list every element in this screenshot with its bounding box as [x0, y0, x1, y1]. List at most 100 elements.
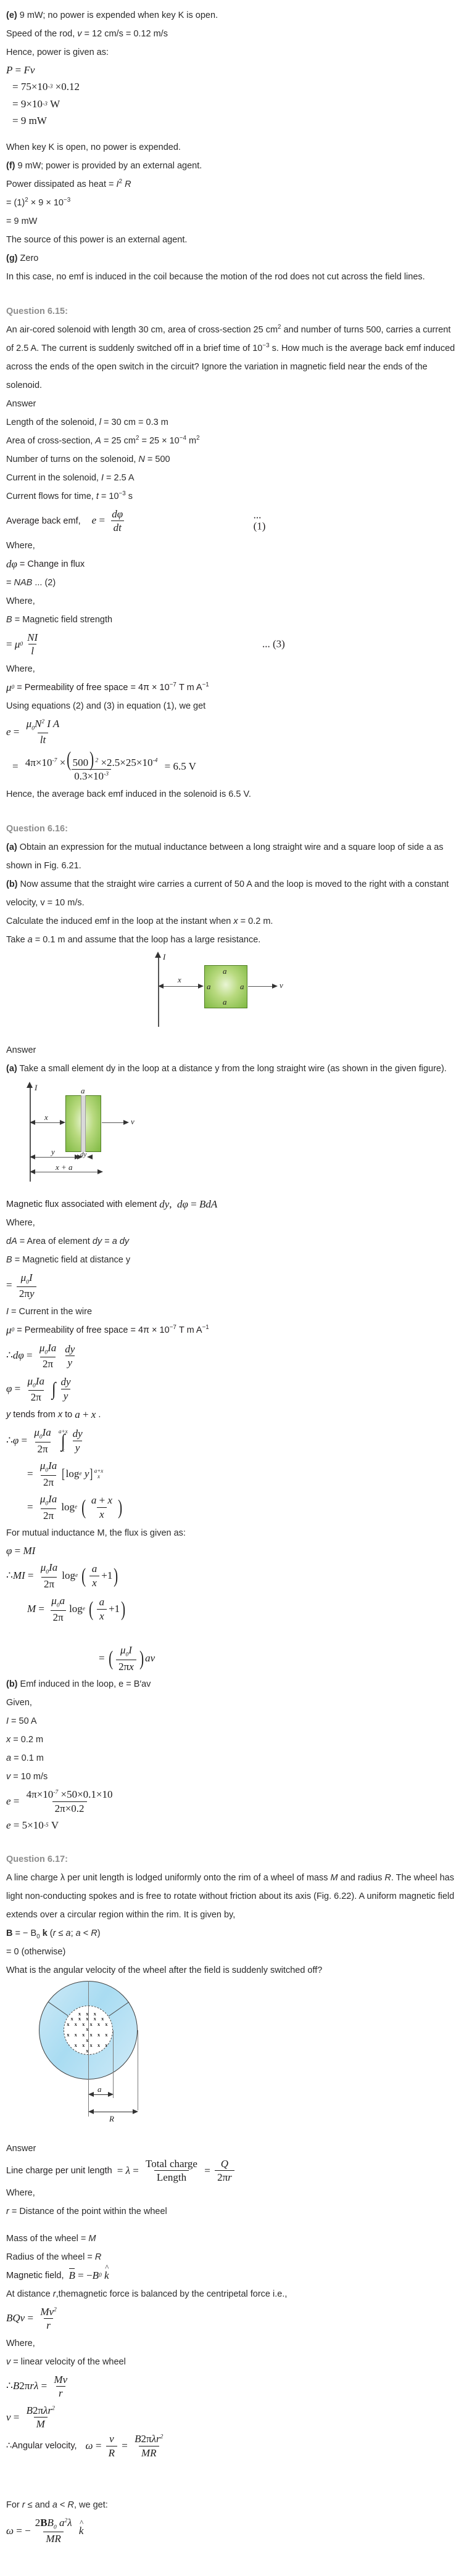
q616-answer-a: (a) Take a small element dy in the loop … [6, 1063, 447, 1074]
part-f-result-line: = 9 mW [6, 216, 38, 226]
equation-p-step1: = 75×10 -3 ×0.12 [12, 81, 80, 93]
equation-phi-log-bracket: = μ0Ia 2π[log e y] a+x x [27, 1460, 104, 1488]
force-balance-line: At distance r,themagnetic force is balan… [6, 2289, 288, 2299]
radius-a-tick [113, 2030, 114, 2098]
given-time-615: Current flows for time, t = 10−3 s [6, 490, 133, 501]
dphi-row: dφ = Change in flux [6, 555, 458, 574]
equation-p-step2: = 9×10 -3 W [12, 97, 60, 110]
q617-body-2: B = − B0 k (r ≤ a; a < R) [6, 1928, 101, 1940]
distance-x-line [160, 986, 202, 987]
part-e-heading: (e) 9 mW; no power is expended when key … [6, 6, 458, 25]
q616-answer-b: (b) Emf induced in the loop, e = B′av [6, 1679, 151, 1690]
flux-element-row: Magnetic flux associated with element dy… [6, 1195, 458, 1214]
equation-e-result-616: e = 5×10 -5 V [6, 1819, 59, 1831]
R-arrow-right-icon [133, 2109, 138, 2114]
v2-arrow-icon [123, 1119, 129, 1125]
angular-velocity-label: ∴Angular velocity, [6, 2441, 77, 2451]
dy-arrow-left-icon [75, 1154, 80, 1159]
equation-b-mu0i-2piy: = μ0I 2πy [6, 1269, 458, 1302]
part-g-body: In this case, no emf is induced in the c… [6, 271, 425, 282]
x2-arrow-left-icon [30, 1119, 35, 1125]
part-f-text: 9 mW; power is provided by an external a… [15, 160, 202, 171]
figure-dy-element: I a x v y dy x + a [17, 1078, 202, 1195]
x-arrow-right-icon [198, 983, 204, 989]
figure2-label-I: I [35, 1082, 38, 1092]
figure-6-22-wheel: x x x x x x x x x x x x x x x x x x x x … [34, 1980, 194, 2131]
mu0-desc: = Permeability of free space = 4π × 10−7… [17, 681, 209, 693]
avg-emf-label: Average back emf, [6, 516, 81, 526]
angular-velocity-math: ω = vR = B2πλr2 MR [85, 2432, 164, 2459]
velocity-line-2 [102, 1122, 125, 1124]
equation-p-step3: = 9 mW [12, 115, 47, 127]
mu0-desc-2: = Permeability of free space = 4π × 10−7… [17, 1323, 209, 1335]
equation-e-numeric-616: e = 4π×10-7 ×50×0.1×10 2π×0.2 [6, 1788, 113, 1814]
dA-line: dA = Area of element dy = a dy [6, 1236, 130, 1246]
given-label-616: Given, [6, 1698, 32, 1708]
where-label-3: Where, [6, 664, 35, 674]
for-r-line: For r ≤ and a < R, we get: [6, 2500, 108, 2511]
y-tends-math: a + x [75, 1409, 96, 1421]
xa-arrow-left-icon [30, 1169, 35, 1174]
given-current-615: Current in the solenoid, I = 2.5 A [6, 472, 135, 483]
part-e-speed-line: Speed of the rod, v = 12 cm/s = 0.12 m/s [6, 29, 168, 39]
mu0-symbol-2: μ0 [6, 1323, 15, 1336]
q616-take-line: Take a = 0.1 m and assume that the loop … [6, 934, 261, 945]
xa-arrow-right-icon [97, 1169, 103, 1174]
equation-e-mu0n2ia-lt: e = μ0N2 I Alt [6, 717, 60, 746]
equation-bprime-av: = (μ0I 2πx) av [99, 1644, 155, 1673]
figure-label-v: v [280, 980, 283, 990]
equation-e-numeric: = 4π×10-7 ×(500) 2 ×2.5×25×10-4 0.3×10-3 … [12, 747, 196, 783]
magnetic-field-row: Magnetic field, B = −B0 k [6, 2266, 458, 2285]
flux-element-label: Magnetic flux associated with element [6, 1199, 157, 1209]
y-tends-row: y tends from x to a + x . [6, 1405, 458, 1424]
given-x-616: x = 0.2 m [6, 1735, 44, 1745]
question-6-15-body: An air-cored solenoid with length 30 cm,… [6, 323, 455, 390]
emf-result-value: = 6.5 V [164, 760, 196, 772]
figure2-label-v: v [131, 1116, 135, 1126]
answer-label-616: Answer [6, 1045, 36, 1055]
B-distance-line: B = Magnetic field at distance y [6, 1254, 131, 1265]
part-e-open-line: When key K is open, no power is expended… [6, 142, 181, 152]
part-f-source-line: The source of this power is an external … [6, 234, 188, 245]
element-dy-strip [81, 1095, 86, 1152]
a-arrow-right-icon [108, 2091, 114, 2097]
answer-label-615: Answer [6, 398, 36, 409]
part-f-heading: (f) 9 mW; power is provided by an extern… [6, 157, 458, 175]
avg-emf-row: Average back emf, e = dφ dt ... (1) [6, 506, 458, 537]
v-linear-velocity-line: v = linear velocity of the wheel [6, 2356, 126, 2367]
mu0-symbol: μ0 [6, 681, 15, 693]
answer-label-617: Answer [6, 2143, 36, 2154]
magnetic-field-label: Magnetic field, [6, 2270, 64, 2281]
where-label-617: Where, [6, 2187, 35, 2198]
mutual-inductance-line: For mutual inductance M, the flux is giv… [6, 1528, 186, 1539]
mu0-row-616: μ0 = Permeability of free space = 4π × 1… [6, 1321, 458, 1339]
equation-p-fv: P = Fv [6, 64, 35, 76]
figure-label-a-bottom: a [223, 997, 227, 1006]
q617-body-4: What is the angular velocity of the whee… [6, 1965, 323, 1975]
figure-6-21-wrapper: I x v a a a a [6, 949, 458, 1032]
figure2-label-xa: x + a [56, 1162, 73, 1172]
equation-b-mu0-ni-l: = μ 0 NI l ... (3) [6, 631, 285, 657]
a-arrow-left-icon [88, 2091, 94, 2097]
I-current-line: I = Current in the wire [6, 1306, 93, 1317]
equation-m-log: M = μ0a 2π log e (a x +1) [27, 1595, 126, 1623]
q616-calc-line: Calculate the induced emf in the loop at… [6, 916, 273, 926]
equation-dphi-mu0ia: ∴ dφ = μ0Ia 2π dy y [6, 1341, 75, 1370]
straight-wire-2 [30, 1087, 31, 1182]
figure-wheel-label-a: a [97, 2084, 102, 2094]
eqnum-1: ... (1) [253, 509, 266, 532]
straight-wire [158, 957, 159, 1027]
part-g-heading: (g) Zero [6, 249, 458, 268]
figure-dy-element-wrapper: I a x v y dy x + a [6, 1078, 458, 1195]
given-I-616: I = 50 A [6, 1716, 37, 1727]
given-turns-615: Number of turns on the solenoid, N = 500 [6, 454, 170, 464]
dy-arrow-right-icon [87, 1154, 93, 1159]
equation-bqv: BQv = Mv2 r [6, 2305, 57, 2332]
equation-omega-final: ω = −2BB0 a2λMR k [6, 2514, 458, 2548]
figure-wheel-label-R: R [109, 2113, 114, 2123]
question-6-15-title: Question 6.15: [6, 306, 68, 316]
line-charge-math: = λ = Total charge Length = Q 2πr [117, 2158, 236, 2184]
part-f-heat-line: Power dissipated as heat = I2 R [6, 178, 131, 189]
current-arrow-icon-2 [27, 1081, 33, 1088]
part-g-text: Zero [17, 253, 39, 263]
